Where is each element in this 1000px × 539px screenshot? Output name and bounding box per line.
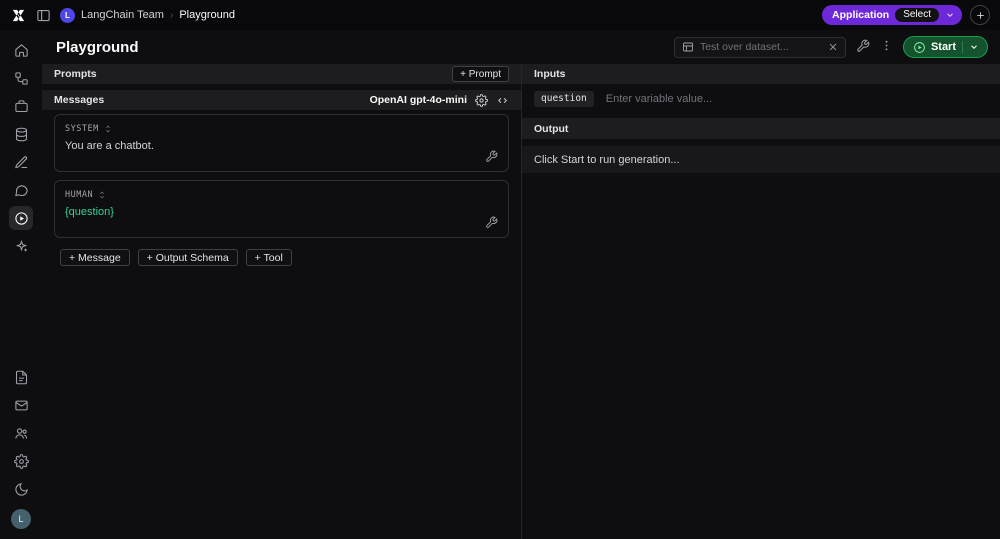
file-text-icon	[14, 370, 29, 385]
inputs-header: Inputs	[534, 68, 566, 80]
prompts-header-bar: Prompts + Prompt	[42, 64, 521, 84]
kebab-menu-icon	[880, 39, 893, 52]
sidebar-item-monitoring[interactable]	[9, 178, 33, 202]
breadcrumb-separator: ›	[169, 9, 174, 21]
app-header: L LangChain Team › Playground Applicatio…	[0, 0, 1000, 30]
dataset-icon	[682, 41, 694, 53]
message-content[interactable]: You are a chatbot.	[65, 140, 498, 152]
wrench-button[interactable]	[856, 39, 870, 56]
page-toolbar: Playground Test over dataset... Start	[42, 30, 1000, 64]
add-message-button[interactable]: + Message	[60, 249, 130, 266]
langsmith-logo-icon[interactable]	[10, 7, 27, 24]
output-header-bar: Output	[522, 118, 1000, 139]
io-panel: Inputs question Output Click Start to ru…	[521, 64, 1000, 539]
moon-icon	[14, 482, 29, 497]
sidebar-item-home[interactable]	[9, 38, 33, 62]
sidebar-item-projects[interactable]	[9, 94, 33, 118]
dataset-search-input[interactable]	[699, 41, 822, 53]
chevrons-up-down-icon[interactable]	[103, 124, 113, 134]
add-button[interactable]	[970, 5, 990, 25]
application-select-button[interactable]: Application Select	[822, 5, 962, 25]
start-button-label: Start	[930, 41, 956, 53]
application-label: Application	[832, 9, 890, 21]
add-output-schema-button[interactable]: + Output Schema	[137, 249, 238, 266]
add-tool-button[interactable]: + Tool	[245, 249, 292, 266]
breadcrumb: L LangChain Team › Playground	[60, 7, 235, 23]
sidebar-item-members[interactable]	[9, 421, 33, 445]
chevron-down-icon[interactable]	[969, 42, 979, 52]
workflow-icon	[14, 71, 29, 86]
sidebar-item-mail[interactable]	[9, 393, 33, 417]
pen-icon	[14, 155, 29, 170]
sidebar-rail: L	[0, 30, 42, 539]
sidebar-item-playground[interactable]	[9, 206, 33, 230]
main-area: Playground Test over dataset... Start Pr…	[42, 30, 1000, 539]
wrench-icon[interactable]	[485, 150, 498, 163]
sidebar-item-datasets[interactable]	[9, 122, 33, 146]
sparkles-icon	[14, 239, 29, 254]
application-select-value[interactable]: Select	[895, 8, 939, 22]
mail-icon	[14, 398, 29, 413]
clear-search-icon[interactable]	[828, 42, 838, 52]
variable-key-badge: question	[534, 91, 594, 107]
sidebar-item-settings[interactable]	[9, 449, 33, 473]
inputs-header-bar: Inputs	[522, 64, 1000, 84]
org-avatar[interactable]: L	[60, 7, 75, 23]
sidebar-item-workflows[interactable]	[9, 66, 33, 90]
chevrons-up-down-icon[interactable]	[97, 190, 107, 200]
message-role-selector[interactable]: HUMAN	[65, 190, 93, 200]
message-actions-row: + Message + Output Schema + Tool	[60, 249, 509, 266]
user-avatar[interactable]: L	[11, 509, 31, 529]
message-card-system[interactable]: SYSTEM You are a chatbot.	[54, 114, 509, 172]
sidebar-item-annotations[interactable]	[9, 150, 33, 174]
model-selector[interactable]: OpenAI gpt-4o-mini	[370, 94, 467, 106]
sidebar-item-docs[interactable]	[9, 365, 33, 389]
sidebar-toggle-icon[interactable]	[36, 8, 51, 23]
sidebar-item-dark-mode[interactable]	[9, 477, 33, 501]
breadcrumb-org[interactable]: LangChain Team	[81, 9, 164, 21]
messages-header-bar: Messages OpenAI gpt-4o-mini	[42, 90, 521, 110]
home-icon	[14, 43, 29, 58]
messages-header: Messages	[54, 94, 105, 106]
wrench-icon[interactable]	[485, 216, 498, 229]
more-options-button[interactable]	[880, 39, 893, 55]
message-content[interactable]: {question}	[65, 206, 498, 218]
variable-input-row: question	[522, 84, 1000, 114]
start-button[interactable]: Start	[902, 36, 988, 58]
database-icon	[14, 127, 29, 142]
chat-bubble-icon	[14, 183, 29, 198]
page-title: Playground	[56, 38, 139, 56]
prompts-panel: Prompts + Prompt Messages OpenAI gpt-4o-…	[42, 64, 521, 539]
users-icon	[14, 426, 29, 441]
message-role-selector[interactable]: SYSTEM	[65, 124, 99, 134]
chevron-down-icon	[945, 10, 955, 20]
dataset-search[interactable]	[673, 36, 846, 58]
message-card-human[interactable]: HUMAN {question}	[54, 180, 509, 238]
add-prompt-button[interactable]: + Prompt	[452, 66, 509, 82]
start-button-divider	[962, 41, 963, 53]
plus-icon	[975, 10, 986, 21]
play-circle-icon	[14, 211, 29, 226]
sidebar-item-integrations[interactable]	[9, 234, 33, 258]
gear-icon	[13, 453, 29, 469]
breadcrumb-page[interactable]: Playground	[179, 9, 235, 21]
play-circle-icon	[913, 41, 926, 54]
model-settings-gear-icon[interactable]	[475, 93, 488, 107]
briefcase-icon	[14, 99, 29, 114]
variable-value-input[interactable]	[605, 93, 988, 105]
code-icon[interactable]	[496, 94, 509, 107]
prompts-header: Prompts	[54, 68, 97, 80]
output-header: Output	[534, 122, 569, 135]
output-placeholder: Click Start to run generation...	[522, 146, 1000, 173]
wrench-icon	[856, 39, 870, 53]
